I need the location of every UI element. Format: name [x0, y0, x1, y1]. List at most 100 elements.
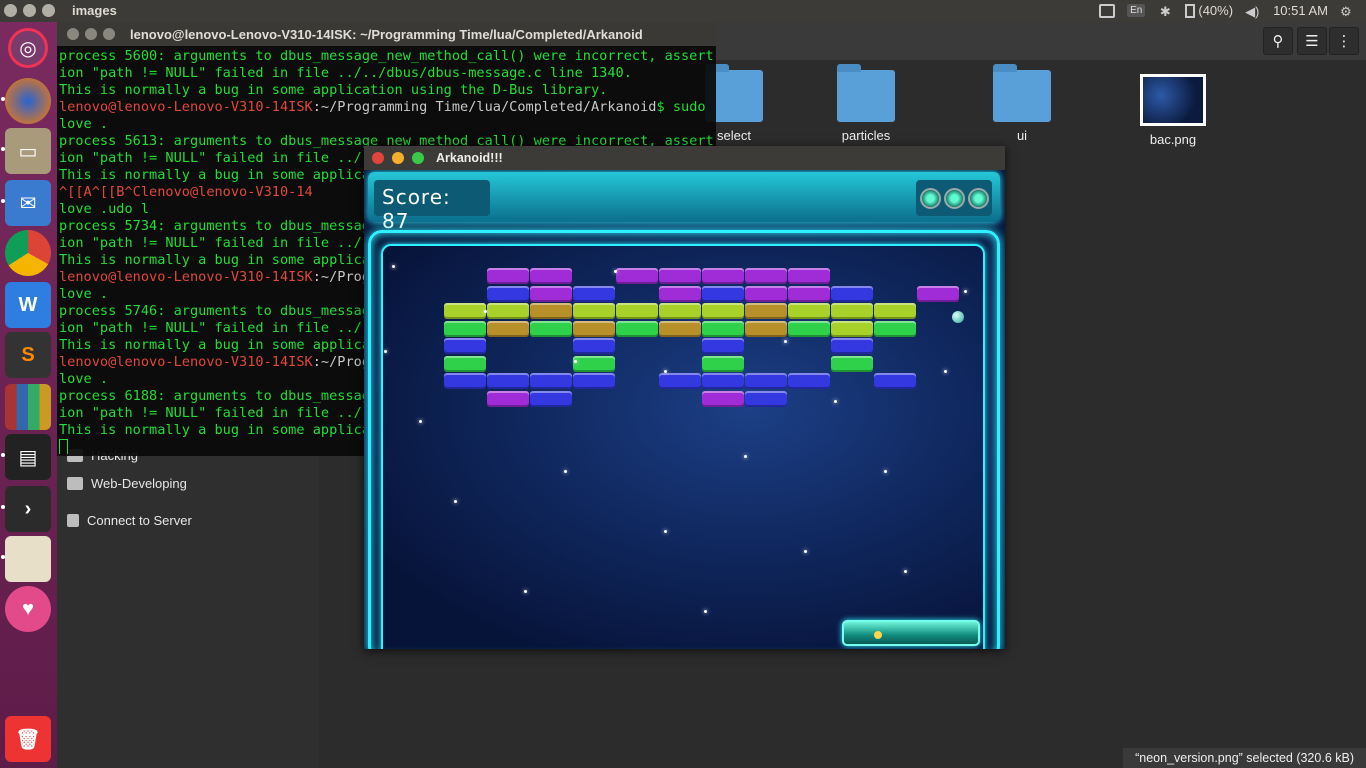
mail-icon[interactable]: ✉ [5, 180, 51, 226]
minimize-icon[interactable] [392, 152, 404, 164]
menu-icon[interactable]: ⋮ [1329, 27, 1359, 55]
terminal-line: ion "path != NULL" failed in file ../../… [59, 65, 632, 81]
prompt-path: :~/Prog [312, 354, 371, 370]
clock[interactable]: 10:51 AM [1273, 3, 1328, 18]
arkanoid-window[interactable]: Arkanoid!!! Score: 87 [364, 146, 1005, 649]
folder-label: particles [841, 128, 891, 143]
paddle[interactable] [842, 620, 980, 646]
files-icon[interactable]: ▭ [5, 128, 51, 174]
brick [444, 320, 486, 337]
folder-item-ui[interactable]: ui [982, 64, 1062, 143]
health-icon[interactable]: ♥ [5, 586, 51, 632]
star [564, 470, 567, 473]
brick [745, 303, 787, 319]
life-icon [943, 187, 965, 209]
network-icon[interactable] [1099, 3, 1116, 18]
star [664, 530, 667, 533]
star [664, 370, 667, 373]
sidebar-item-label: Connect to Server [87, 513, 192, 528]
terminal-titlebar[interactable]: lenovo@lenovo-Lenovo-V310-14ISK: ~/Progr… [57, 22, 716, 46]
star [884, 470, 887, 473]
bluetooth-icon[interactable]: ✱ [1157, 4, 1173, 19]
settings-gear-icon[interactable]: ⚙ [1340, 4, 1356, 19]
brick [573, 338, 615, 354]
ball [952, 311, 964, 323]
brick [917, 285, 959, 302]
books-icon[interactable] [5, 384, 51, 430]
star [704, 610, 707, 613]
maximize-icon[interactable] [103, 28, 115, 40]
battery-icon [1185, 3, 1196, 18]
arkanoid-titlebar[interactable]: Arkanoid!!! [364, 146, 1005, 170]
brick [702, 320, 744, 337]
status-bar: “neon_version.png” selected (320.6 kB) [1123, 748, 1366, 768]
brick [831, 338, 873, 354]
star [614, 270, 617, 273]
folder-label: ui [1016, 128, 1028, 143]
life-icon [967, 187, 989, 209]
chrome-icon[interactable] [5, 230, 51, 276]
battery-indicator[interactable]: (40%) [1185, 3, 1233, 18]
top-panel: images En ✱ (40%) ◀) 10:51 AM ⚙ [0, 0, 1366, 22]
brick [874, 373, 916, 389]
terminal-icon[interactable]: ▤ [5, 434, 51, 480]
sidebar-item-label: Web-Developing [91, 476, 187, 491]
terminal-line: process 5600: arguments to dbus_message_… [59, 48, 714, 64]
brick [444, 338, 486, 354]
folder-icon [67, 477, 83, 490]
brick [616, 268, 658, 284]
terminal-prompt-icon[interactable]: › [5, 486, 51, 532]
maximize-icon[interactable] [42, 4, 55, 17]
brick [702, 338, 744, 354]
brick [659, 268, 701, 284]
terminal-line: love . [59, 116, 109, 132]
brick [573, 285, 615, 302]
brick [745, 390, 787, 407]
brick [530, 373, 572, 389]
brick [788, 373, 830, 389]
star [964, 290, 967, 293]
server-icon [67, 514, 79, 527]
minimize-icon[interactable] [23, 4, 36, 17]
star [454, 500, 457, 503]
brick [874, 303, 916, 319]
brick [487, 390, 529, 407]
wps-writer-icon[interactable]: W [5, 282, 51, 328]
brick [616, 303, 658, 319]
search-icon[interactable]: ⚲ [1263, 27, 1293, 55]
firefox-icon[interactable] [5, 78, 51, 124]
brick [702, 390, 744, 407]
brick [745, 285, 787, 302]
close-icon[interactable] [372, 152, 384, 164]
file-label: bac.png [1149, 132, 1197, 147]
brick [702, 303, 744, 319]
sidebar-item-connect-to-server[interactable]: Connect to Server [67, 513, 192, 528]
close-icon[interactable] [67, 28, 79, 40]
minimize-icon[interactable] [85, 28, 97, 40]
game-canvas[interactable]: Score: 87 [364, 170, 1005, 649]
star [944, 370, 947, 373]
star [392, 265, 395, 268]
brick [444, 373, 486, 389]
brick [702, 355, 744, 372]
keyboard-indicator[interactable]: En [1127, 4, 1146, 17]
volume-icon[interactable]: ◀) [1245, 4, 1261, 19]
sublime-icon[interactable]: S [5, 332, 51, 378]
brick [831, 303, 873, 319]
close-icon[interactable] [4, 4, 17, 17]
brick [831, 320, 873, 337]
window-controls [4, 4, 55, 17]
brick [530, 390, 572, 407]
maximize-icon[interactable] [412, 152, 424, 164]
folder-item-particles[interactable]: particles [826, 64, 906, 143]
brick [745, 373, 787, 389]
ubuntu-dash-icon[interactable]: ◎ [8, 28, 48, 68]
star [524, 590, 527, 593]
sidebar-item-web-developing[interactable]: Web-Developing [67, 476, 187, 491]
brick [788, 285, 830, 302]
trash-icon[interactable]: 🗑 [5, 716, 51, 762]
notes-icon[interactable] [5, 536, 51, 582]
list-view-icon[interactable]: ☰ [1297, 27, 1327, 55]
terminal-title: lenovo@lenovo-Lenovo-V310-14ISK: ~/Progr… [130, 27, 643, 42]
file-item-bac-png[interactable]: bac.png [1133, 74, 1213, 147]
